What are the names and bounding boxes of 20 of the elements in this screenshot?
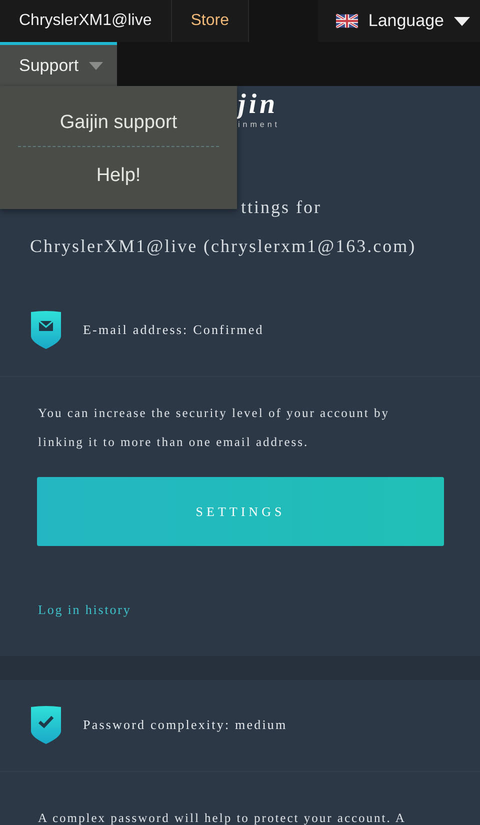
account-name: ChryslerXM1@live (chryslerxm1@163.com) [29,235,418,257]
logo-tagline: inment [238,120,280,129]
store-tab[interactable]: Store [172,0,249,42]
section-title: E-mail address: Confirmed [83,322,264,338]
language-button[interactable]: Language [318,0,480,42]
menu-item[interactable]: Help! [0,159,237,199]
support-tab[interactable]: Support [0,42,117,86]
page-heading: ttings for [241,197,322,218]
account-tab[interactable]: ChryslerXM1@live [0,0,172,42]
section-title: Password complexity: medium [83,717,288,733]
caret-icon [454,16,470,26]
history-link[interactable]: Log in history [38,602,132,618]
shield-check-icon [30,705,62,745]
section-text: A complex password will help to protect your account. A [38,810,407,825]
flag-icon [336,14,358,28]
caret-icon [88,62,103,70]
shield-envelope-icon [30,310,62,350]
menu-item[interactable]: Gaijin support [0,106,237,146]
logo-wordmark: jin [238,90,278,120]
section-text: You can increase the security level of your account by linking it to more than one email address. [38,405,391,451]
